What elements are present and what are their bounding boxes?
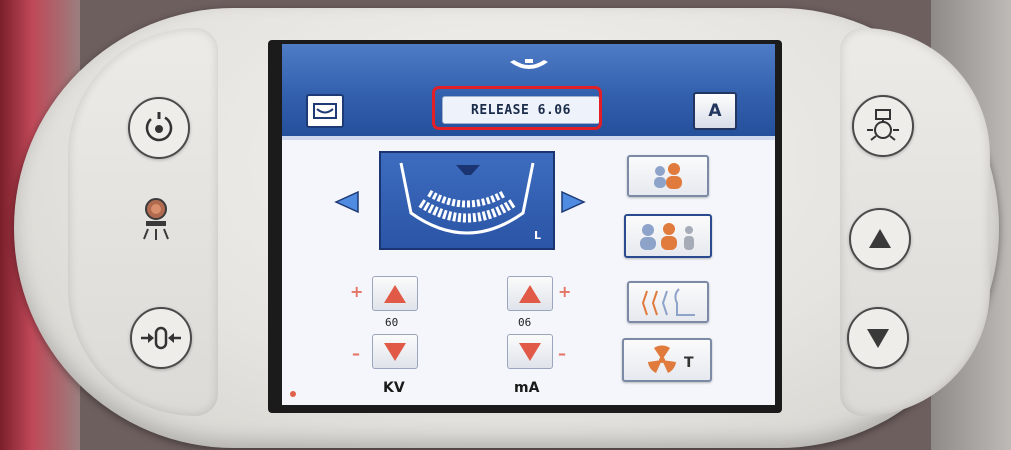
down-button[interactable] [847,307,909,369]
down-arrow-icon [867,329,889,348]
kv-increase-button[interactable] [372,276,418,311]
kv-decrease-button[interactable] [372,334,418,369]
radiation-test-icon: T [648,345,694,373]
three-patients-icon [640,223,694,250]
ready-button[interactable] [128,97,190,159]
return-position-icon [141,326,181,350]
radiation-test-button[interactable]: T [622,338,712,382]
mode-button[interactable]: A [693,92,737,130]
touch-screen: RELEASE 6.06 A L T + 60 – KV + 06 – mA [282,44,775,405]
kv-value: 60 [385,316,399,329]
program-preview[interactable]: L [379,151,555,250]
next-program-button[interactable] [560,190,586,214]
patient-size-small-button[interactable] [627,155,709,197]
up-arrow-icon [519,284,541,303]
ma-value: 06 [518,316,532,329]
panoramic-film-icon [313,103,337,119]
ma-minus-sign: – [558,344,566,363]
kv-minus-sign: – [352,344,360,363]
xray-lamp-icon [136,193,176,257]
status-dot [290,391,296,397]
header-divider [282,136,775,140]
ma-plus-sign: + [558,282,572,301]
down-arrow-icon [519,342,541,361]
program-side-label: L [533,229,541,242]
down-arrow-icon [384,342,406,361]
ma-unit-label: mA [514,380,540,396]
previous-program-button[interactable] [334,190,360,214]
kv-unit-label: KV [383,380,405,396]
panoramic-film-button[interactable] [306,94,344,128]
ma-increase-button[interactable] [507,276,553,311]
laser-positioning-icon [867,109,899,141]
two-patients-icon [654,163,682,189]
patient-size-large-button[interactable] [624,214,712,258]
ready-indicator-icon [145,112,173,142]
radiation-test-label: T [684,355,694,371]
up-arrow-icon [869,229,891,248]
tmj-program-icon [641,288,695,316]
kv-plus-sign: + [350,282,364,301]
release-highlight [432,86,602,130]
mode-button-label: A [708,101,722,121]
laser-positioning-button[interactable] [852,95,914,157]
jaw-program-icon [399,162,535,235]
up-arrow-icon [384,284,406,303]
arch-indicator-icon [510,59,548,69]
tmj-program-button[interactable] [627,281,709,323]
up-button[interactable] [849,208,911,270]
ma-decrease-button[interactable] [507,334,553,369]
screen-header: RELEASE 6.06 A [282,44,775,136]
return-position-button[interactable] [130,307,192,369]
